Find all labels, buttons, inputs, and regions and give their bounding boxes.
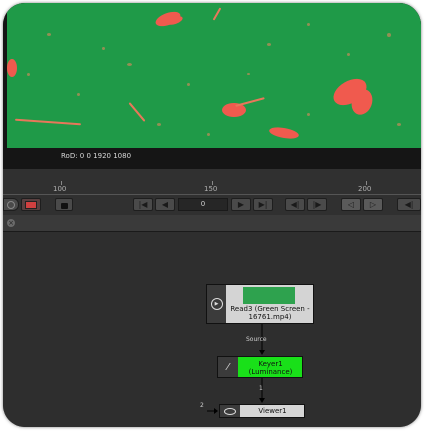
tick-label-100: 100 (53, 185, 67, 193)
current-frame-field[interactable]: 0 (178, 198, 228, 211)
first-frame-icon: |◀ (138, 200, 148, 209)
tick-label-200: 200 (358, 185, 372, 193)
node-graph-tabbar: × (3, 215, 421, 232)
next-increment-button[interactable]: ▷ (363, 198, 383, 211)
prev-keyframe-button[interactable]: ◀| (285, 198, 305, 211)
eye-icon (220, 405, 240, 417)
last-frame-icon: ▶| (258, 200, 268, 209)
play-forward-icon: ▶ (237, 200, 245, 209)
read-thumbnail (243, 287, 295, 304)
app-window: RoD: 0 0 1920 1080 100 150 200 |◀ ◀ 0 ▶ … (3, 3, 421, 427)
viewer-image[interactable] (7, 3, 421, 148)
keyer-node[interactable]: ⁄ Keyer1 (Luminance) (217, 356, 303, 378)
keyer-node-label: Keyer1 (Luminance) (248, 360, 293, 376)
read-node-label: Read3 (Green Screen - 16761.mp4) (230, 305, 310, 321)
play-icon: ▶ (207, 285, 226, 323)
node-connections (207, 324, 265, 414)
play-backward-button[interactable]: ◀ (155, 198, 175, 211)
timeline-track[interactable] (3, 194, 421, 195)
tick-label-150: 150 (204, 185, 218, 193)
prev-increment-icon: ◁ (347, 200, 355, 209)
prev-keyframe-icon: ◀| (290, 200, 300, 209)
first-frame-button[interactable]: |◀ (133, 198, 153, 211)
record-toggle-button[interactable] (3, 198, 19, 211)
lock-button[interactable] (55, 198, 73, 211)
input-two-label: 2 (200, 402, 204, 409)
rod-readout: RoD: 0 0 1920 1080 (61, 152, 132, 160)
viewer-panel[interactable]: RoD: 0 0 1920 1080 (3, 3, 421, 169)
node-graph[interactable]: ▶ Read3 (Green Screen - 16761.mp4) Sourc… (3, 232, 421, 427)
play-forward-button[interactable]: ▶ (231, 198, 251, 211)
eyedropper-icon: ⁄ (218, 357, 238, 377)
next-keyframe-button[interactable]: |▶ (307, 198, 327, 211)
prev-clip-icon: ◀| (404, 200, 414, 209)
last-frame-button[interactable]: ▶| (253, 198, 273, 211)
redbox-icon (25, 200, 37, 209)
close-icon[interactable]: × (7, 219, 15, 227)
next-keyframe-icon: |▶ (312, 200, 322, 209)
prev-increment-button[interactable]: ◁ (341, 198, 361, 211)
play-backward-icon: ◀ (161, 200, 169, 209)
source-pipe-label: Source (246, 336, 267, 343)
circle-icon (7, 200, 15, 209)
turbo-button[interactable] (21, 198, 41, 211)
lock-icon (60, 203, 68, 209)
input-one-label: 1 (259, 385, 263, 392)
viewer-node-label: Viewer1 (258, 407, 287, 415)
viewer-node[interactable]: Viewer1 (219, 404, 305, 418)
read-node[interactable]: ▶ Read3 (Green Screen - 16761.mp4) (206, 284, 314, 324)
prev-clip-button[interactable]: ◀| (397, 198, 421, 211)
next-increment-icon: ▷ (369, 200, 377, 209)
